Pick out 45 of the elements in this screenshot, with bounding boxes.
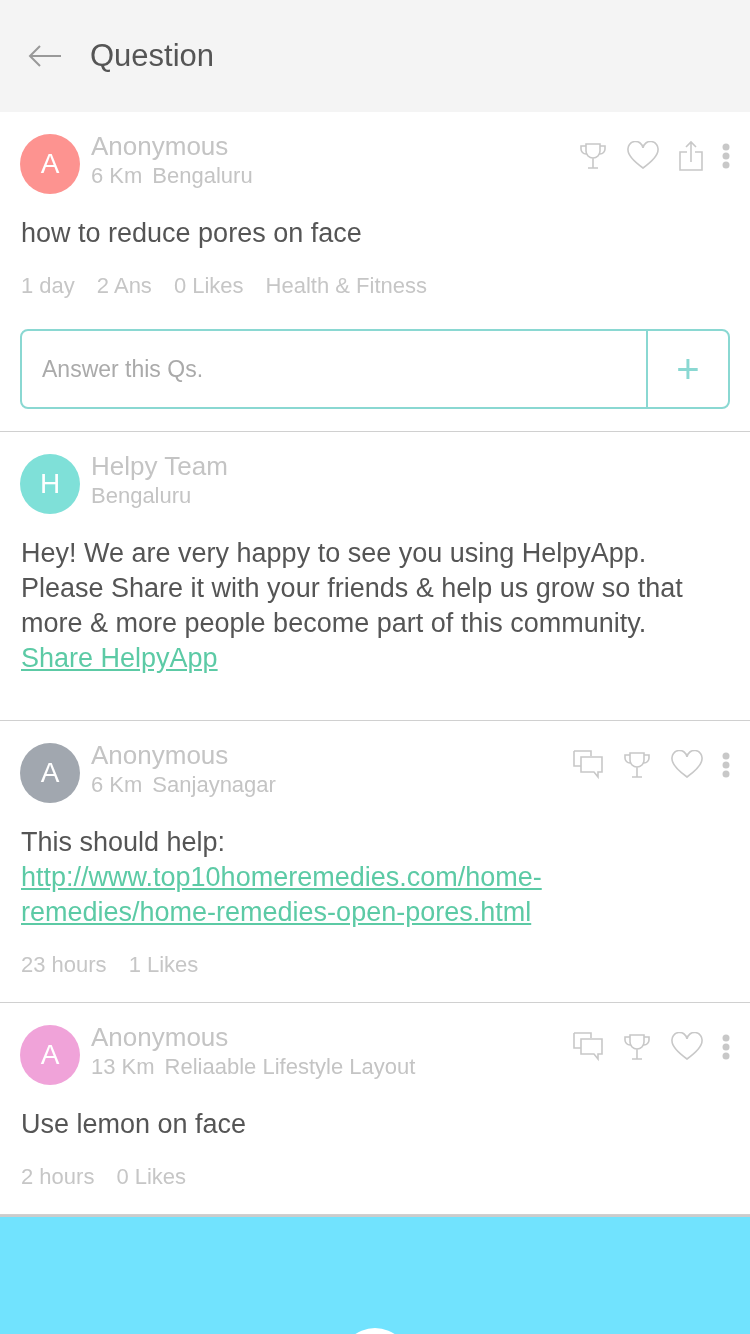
back-icon[interactable] — [28, 44, 62, 68]
meta-info: Health & Fitness — [265, 273, 427, 299]
location: Sanjaynagar — [152, 771, 276, 799]
author-name: Anonymous — [91, 1021, 230, 1053]
share-icon[interactable] — [678, 140, 704, 172]
heart-icon[interactable] — [670, 1032, 704, 1062]
chat-icon[interactable] — [572, 1031, 604, 1063]
meta-info: 23 hours — [21, 952, 107, 978]
distance: 6 Km — [91, 162, 143, 190]
question-text: how to reduce pores on face — [21, 217, 363, 250]
distance: 6 Km — [91, 771, 143, 799]
chat-icon[interactable] — [572, 749, 604, 781]
more-icon[interactable] — [722, 752, 730, 778]
author-name: Anonymous — [91, 130, 230, 162]
page-title: Question — [90, 38, 215, 74]
avatar: A — [20, 134, 80, 194]
location: Bengaluru — [91, 482, 192, 510]
avatar: A — [20, 1025, 80, 1085]
meta-info: 2 Ans — [96, 273, 152, 299]
answer-text: Use lemon on face — [21, 1108, 248, 1141]
answer-field[interactable]: Answer this Qs. + — [20, 329, 730, 409]
more-icon[interactable] — [722, 143, 730, 169]
link[interactable]: http://www.top10homeremedies.com/home-remedies/home-remedies-open-pores.html — [21, 860, 730, 930]
heart-icon[interactable] — [670, 750, 704, 780]
trophy-icon[interactable] — [622, 750, 652, 780]
avatar: H — [20, 454, 80, 514]
author-name: Helpy Team — [91, 450, 229, 482]
meta-info: 1 day — [21, 273, 75, 299]
meta-info: 0 Likes — [116, 1164, 187, 1190]
meta-info: 2 hours — [21, 1164, 95, 1190]
add-button[interactable]: + — [646, 331, 728, 407]
distance: 13 Km — [91, 1053, 155, 1081]
location: Reliaable Lifestyle Layout — [164, 1053, 416, 1081]
notice-text: Hey! We are very happy to see you using HelpyApp. Please Share it with your friends & help us grow so that more & more people become part of this community. Share HelpyApp — [21, 537, 684, 675]
author-name: Anonymous — [91, 739, 230, 771]
location: Bengaluru — [152, 162, 253, 190]
trophy-icon[interactable] — [622, 1032, 652, 1062]
meta-info: 1 Likes — [128, 952, 199, 978]
trophy-icon[interactable] — [578, 141, 608, 171]
answer-text: This should help: http://www.top10homeremedies.com/home-remedies/home-remedies-open-pores.html — [21, 825, 730, 930]
link[interactable]: Share HelpyApp — [21, 643, 218, 673]
meta-info: 0 Likes — [173, 273, 244, 299]
more-icon[interactable] — [722, 1034, 730, 1060]
heart-icon[interactable] — [626, 141, 660, 171]
avatar: A — [20, 743, 80, 803]
